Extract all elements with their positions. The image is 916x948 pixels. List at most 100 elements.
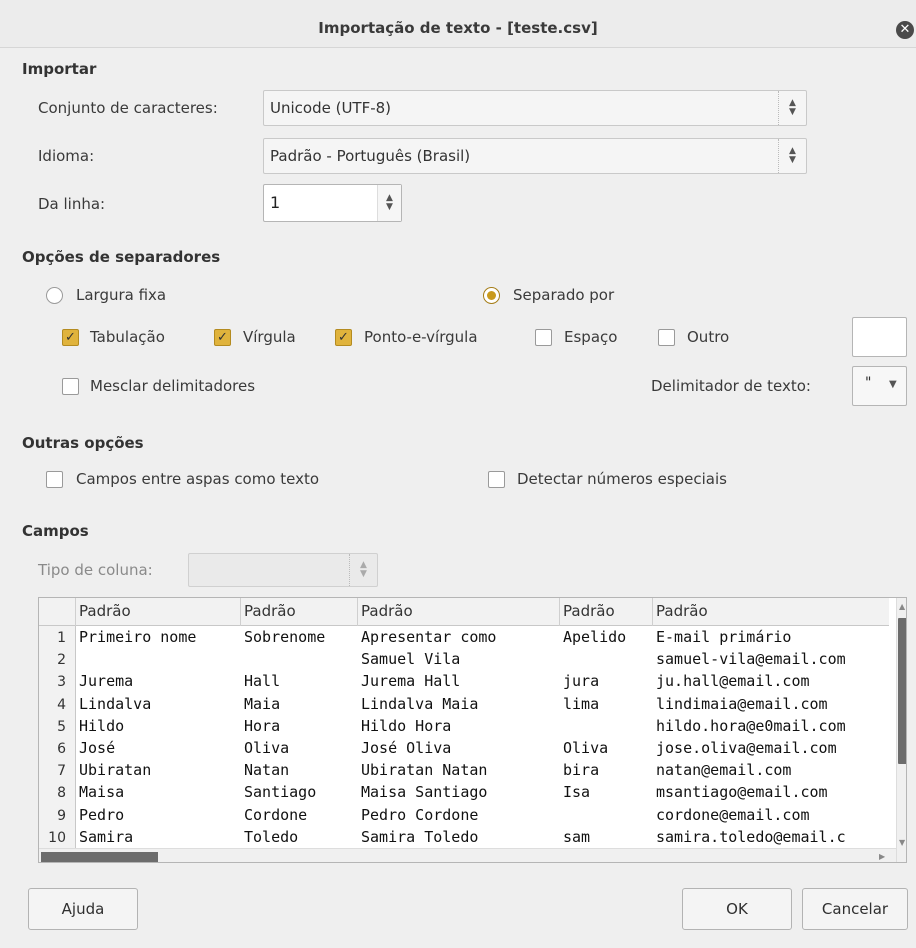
grid-cell: Natan	[244, 761, 290, 780]
language-label: Idioma:	[38, 147, 95, 165]
fromrow-stepper[interactable]: 1 ▲ ▼	[263, 184, 402, 222]
scroll-down-icon[interactable]: ▼	[899, 838, 905, 847]
grid-cell: natan@email.com	[656, 761, 792, 780]
grid-cell: Samira Toledo	[361, 827, 479, 846]
row-number: 8	[57, 785, 66, 802]
horizontal-scrollbar[interactable]: ▶	[39, 848, 896, 862]
grid-cell: sam	[563, 827, 591, 846]
grid-cell: José Oliva	[361, 739, 452, 757]
grid-cell: Santiago	[244, 783, 317, 802]
spin-arrows-icon: ▲ ▼	[778, 91, 806, 125]
separated-by-label[interactable]: Separado por	[513, 286, 614, 304]
column-header[interactable]: Padrão	[653, 598, 896, 626]
text-delimiter-label: Delimitador de texto:	[651, 377, 811, 395]
grid-cell: Hildo Hora	[361, 716, 452, 735]
checkbox-tab[interactable]: ✓	[62, 329, 79, 346]
grid-cell: Hildo	[79, 716, 125, 735]
ok-button[interactable]: OK	[682, 888, 792, 930]
grid-cell: Maia	[244, 694, 281, 713]
grid-cell: jose.oliva@email.com	[656, 739, 837, 757]
detect-special-label[interactable]: Detectar números especiais	[517, 470, 727, 488]
column-type-select[interactable]: ▲ ▼	[188, 553, 378, 587]
tab-label[interactable]: Tabulação	[90, 328, 165, 346]
row-number: 7	[57, 763, 66, 780]
grid-cell: Hora	[244, 716, 281, 735]
section-importar: Importar	[22, 60, 97, 78]
grid-cell: Jurema Hall	[361, 672, 461, 691]
checkbox-quoted-as-text[interactable]	[46, 471, 63, 488]
comma-label[interactable]: Vírgula	[243, 328, 296, 346]
grid-cell: samira.toledo@email.c	[656, 827, 846, 846]
grid-cell: Apelido	[563, 628, 627, 646]
other-separator-input[interactable]	[852, 317, 907, 357]
language-select[interactable]: Padrão - Português (Brasil) ▲ ▼	[263, 138, 807, 174]
vertical-scrollbar[interactable]: ▲ ▼	[896, 598, 906, 862]
grid-cell: lindimaia@email.com	[656, 694, 828, 713]
text-delimiter-select[interactable]: " ▼	[852, 366, 907, 406]
checkbox-semicolon[interactable]: ✓	[335, 329, 352, 346]
scroll-right-icon[interactable]: ▶	[879, 852, 885, 861]
grid-cell: E-mail primário	[656, 628, 792, 646]
other-label[interactable]: Outro	[687, 328, 729, 346]
charset-select[interactable]: Unicode (UTF-8) ▲ ▼	[263, 90, 807, 126]
grid-cell: Primeiro nome	[79, 628, 197, 646]
horizontal-scroll-thumb[interactable]	[41, 852, 158, 862]
quoted-as-text-label[interactable]: Campos entre aspas como texto	[76, 470, 319, 488]
preview-grid[interactable]: Padrão Padrão Padrão Padrão Padrão 1 Prim…	[38, 597, 907, 863]
row-number: 2	[57, 652, 66, 669]
grid-cell: José	[79, 739, 116, 757]
title-bar: Importação de texto - [teste.csv] ✕	[0, 0, 916, 48]
grid-cell: Ubiratan	[79, 761, 152, 780]
section-separators: Opções de separadores	[22, 248, 221, 266]
merge-label[interactable]: Mesclar delimitadores	[90, 377, 255, 395]
row-number: 10	[48, 829, 66, 846]
checkbox-comma[interactable]: ✓	[214, 329, 231, 346]
grid-cell: Samira	[79, 827, 134, 846]
language-value: Padrão - Português (Brasil)	[270, 147, 471, 165]
radio-separated-by[interactable]	[483, 287, 500, 304]
grid-cell: bira	[563, 761, 600, 780]
checkbox-detect-special-numbers[interactable]	[488, 471, 505, 488]
close-icon[interactable]: ✕	[896, 21, 914, 39]
section-other-options: Outras opções	[22, 434, 144, 452]
grid-cell: jura	[563, 672, 600, 691]
scroll-up-icon[interactable]: ▲	[899, 602, 905, 611]
fromrow-label: Da linha:	[38, 195, 106, 213]
grid-cell: Oliva	[563, 739, 609, 757]
grid-cell: ju.hall@email.com	[656, 672, 810, 691]
text-delimiter-value: "	[865, 375, 872, 391]
column-type-label: Tipo de coluna:	[38, 561, 153, 579]
grid-cell: Toledo	[244, 827, 299, 846]
grid-cell: Ubiratan Natan	[361, 761, 488, 780]
vertical-scroll-thumb[interactable]	[898, 618, 906, 764]
grid-cell: Hall	[244, 672, 281, 691]
radio-fixed-width[interactable]	[46, 287, 63, 304]
grid-cell: Samuel Vila	[361, 650, 461, 669]
spin-arrows-icon: ▲ ▼	[778, 139, 806, 173]
grid-cell: Oliva	[244, 739, 290, 757]
checkbox-merge-delimiters[interactable]	[62, 378, 79, 395]
fromrow-value: 1	[270, 193, 281, 212]
column-header[interactable]: Padrão	[358, 598, 560, 626]
checkbox-other[interactable]	[658, 329, 675, 346]
help-button[interactable]: Ajuda	[28, 888, 138, 930]
grid-cell: Jurema	[79, 672, 134, 691]
column-header[interactable]: Padrão	[76, 598, 241, 626]
cancel-button[interactable]: Cancelar	[802, 888, 908, 930]
row-number: 1	[57, 630, 66, 646]
column-header[interactable]: Padrão	[241, 598, 358, 626]
column-header[interactable]: Padrão	[560, 598, 653, 626]
space-label[interactable]: Espaço	[564, 328, 617, 346]
grid-cell: Pedro Cordone	[361, 805, 479, 824]
row-number: 4	[57, 696, 66, 713]
grid-cell: Maisa	[79, 783, 125, 802]
spin-arrows-icon[interactable]: ▲ ▼	[377, 185, 401, 221]
window-title: Importação de texto - [teste.csv]	[318, 19, 598, 37]
grid-cell: Maisa Santiago	[361, 783, 488, 802]
semicolon-label[interactable]: Ponto-e-vírgula	[364, 328, 478, 346]
chevron-down-icon: ▼	[889, 379, 897, 390]
fixed-width-label[interactable]: Largura fixa	[76, 286, 166, 304]
checkbox-space[interactable]	[535, 329, 552, 346]
grid-cell: samuel-vila@email.com	[656, 650, 846, 669]
grid-corner	[39, 598, 76, 626]
